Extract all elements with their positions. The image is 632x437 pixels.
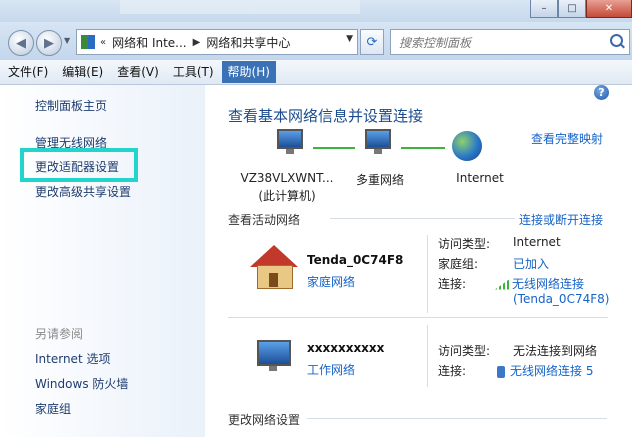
wireless-connection-5-link[interactable]: 无线网络连接 5 xyxy=(497,362,593,379)
wifi-signal-icon xyxy=(495,279,509,290)
network-divider xyxy=(427,325,428,387)
breadcrumb-network-internet[interactable]: 网络和 Inte... xyxy=(112,34,187,51)
task-pane: 控制面板主页 管理无线网络 更改适配器设置 更改高级共享设置 另请参阅 Inte… xyxy=(0,85,205,437)
access-type-value: Internet xyxy=(513,235,561,249)
forward-button[interactable]: ▶ xyxy=(36,30,62,56)
network-name: Tenda_0C74F8 xyxy=(307,253,404,267)
refresh-button[interactable]: ⟳ xyxy=(360,29,384,55)
menu-help[interactable]: 帮助(H) xyxy=(221,61,276,83)
network-type-link[interactable]: 工作网络 xyxy=(307,361,355,378)
network-divider xyxy=(427,235,428,313)
menu-view[interactable]: 查看(V) xyxy=(111,61,165,83)
address-dropdown-icon[interactable]: ▼ xyxy=(346,34,353,44)
homegroup-joined-link[interactable]: 已加入 xyxy=(513,255,549,272)
highlight-box xyxy=(20,148,138,182)
maximize-button[interactable]: □ xyxy=(558,0,586,18)
title-bar: – □ ✕ xyxy=(0,0,632,22)
navigation-bar: ◀ ▶ ▼ « 网络和 Inte... ▶ 网络和共享中心 ▼ ⟳ 搜索控制面板 xyxy=(0,22,632,60)
connection-key: 连接: xyxy=(438,364,467,378)
network-separator xyxy=(228,317,608,318)
page-title: 查看基本网络信息并设置连接 xyxy=(228,107,424,125)
work-network-icon xyxy=(255,340,303,380)
homegroup-link[interactable]: 家庭组 xyxy=(35,400,71,417)
access-type-value: 无法连接到网络 xyxy=(513,344,598,358)
computer-icon[interactable] xyxy=(275,129,311,157)
wireless-connection-ssid[interactable]: (Tenda_0C74F8) xyxy=(513,292,609,306)
access-type-key: 访问类型: xyxy=(438,344,491,358)
this-computer-label: (此计算机) xyxy=(258,189,316,203)
search-box[interactable]: 搜索控制面板 xyxy=(390,29,630,55)
change-settings-divider xyxy=(307,418,607,419)
internet-label: Internet xyxy=(456,171,504,185)
network-type-link[interactable]: 家庭网络 xyxy=(307,273,355,290)
title-bar-blur xyxy=(120,0,360,14)
internet-globe-icon[interactable] xyxy=(452,131,482,161)
adapter-icon xyxy=(497,365,505,378)
help-icon[interactable]: ? xyxy=(594,85,609,100)
control-panel-icon xyxy=(81,35,95,49)
back-button[interactable]: ◀ xyxy=(8,30,34,56)
breadcrumb-separator-icon[interactable]: ▶ xyxy=(193,37,201,48)
internet-options-link[interactable]: Internet 选项 xyxy=(35,350,110,367)
active-networks-divider xyxy=(330,218,515,219)
homegroup-key: 家庭组: xyxy=(438,257,479,271)
menu-tools[interactable]: 工具(T) xyxy=(167,61,220,83)
refresh-icon: ⟳ xyxy=(366,34,378,50)
menu-file[interactable]: 文件(F) xyxy=(2,61,54,83)
forward-arrow-icon: ▶ xyxy=(44,35,54,51)
main-pane: ? 查看基本网络信息并设置连接 查看完整映射 VZ38VLXWNT... (此计… xyxy=(205,85,632,437)
home-network-icon xyxy=(250,245,298,289)
multiple-networks-icon[interactable] xyxy=(363,129,399,157)
multiple-networks-label: 多重网络 xyxy=(355,173,404,187)
address-bar[interactable]: « 网络和 Inte... ▶ 网络和共享中心 ▼ xyxy=(76,29,358,55)
minimize-button[interactable]: – xyxy=(530,0,558,18)
access-type-key: 访问类型: xyxy=(438,237,491,251)
see-also-heading: 另请参阅 xyxy=(35,327,84,341)
wireless-connection-5-label: 无线网络连接 5 xyxy=(510,364,594,378)
breadcrumb-network-sharing-center[interactable]: 网络和共享中心 xyxy=(206,34,290,51)
menu-edit[interactable]: 编辑(E) xyxy=(56,61,109,83)
breadcrumb-overflow-icon[interactable]: « xyxy=(100,37,106,48)
windows-firewall-link[interactable]: Windows 防火墙 xyxy=(35,375,128,392)
close-button[interactable]: ✕ xyxy=(586,0,632,18)
active-networks-heading: 查看活动网络 xyxy=(228,213,301,227)
view-full-map-link[interactable]: 查看完整映射 xyxy=(531,130,603,147)
back-arrow-icon: ◀ xyxy=(16,35,26,51)
change-advanced-sharing-link[interactable]: 更改高级共享设置 xyxy=(35,183,131,200)
connection-key: 连接: xyxy=(438,277,467,291)
search-icon[interactable] xyxy=(610,34,623,47)
map-link-network-internet xyxy=(401,147,445,149)
network-name: xxxxxxxxxx xyxy=(307,341,385,355)
computer-name-label: VZ38VLXWNT... xyxy=(240,171,334,185)
change-settings-heading: 更改网络设置 xyxy=(228,413,301,427)
connect-disconnect-link[interactable]: 连接或断开连接 xyxy=(519,211,603,228)
control-panel-home-link[interactable]: 控制面板主页 xyxy=(35,97,107,114)
history-dropdown-icon[interactable]: ▼ xyxy=(64,36,70,45)
menu-bar: 文件(F) 编辑(E) 查看(V) 工具(T) 帮助(H) xyxy=(0,60,632,85)
window-controls: – □ ✕ xyxy=(530,0,632,18)
wireless-connection-label: 无线网络连接 xyxy=(512,277,585,291)
map-link-computer-network xyxy=(313,147,355,149)
wireless-connection-link[interactable]: 无线网络连接 xyxy=(495,275,584,292)
search-placeholder: 搜索控制面板 xyxy=(399,35,472,50)
